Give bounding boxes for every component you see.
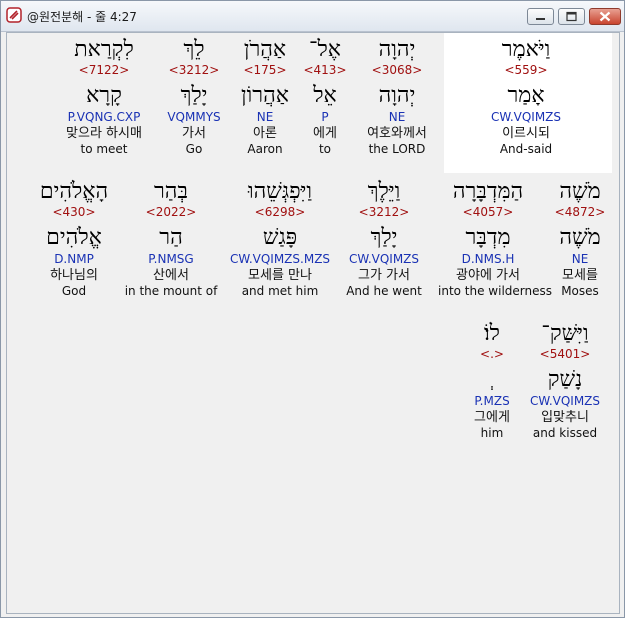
korean-gloss: 가서 — [182, 126, 206, 141]
interlinear-view[interactable]: וַיֹּאמֶר <559> אָמַר CW.VQIMZS 이르시되 And… — [6, 32, 620, 614]
english-gloss: him — [480, 426, 504, 440]
word-block[interactable]: הָאֱלֹהִים <430> אֱלֹהִים D.NMP 하나님의 God — [24, 179, 124, 298]
parse-code: P.VQNG.CXP — [67, 110, 141, 124]
maximize-button[interactable] — [558, 8, 585, 25]
korean-gloss: 모세를 만나 — [248, 268, 312, 283]
hebrew-word: וַיֹּאמֶר — [501, 37, 551, 62]
strong-number: <4872> — [554, 205, 606, 219]
korean-gloss: 맞으라 하시매 — [66, 126, 142, 141]
hebrew-root: יָלַךְ — [370, 225, 398, 250]
hebrew-root: הַר — [159, 225, 183, 250]
parse-code: NE — [571, 252, 589, 266]
english-gloss: And he went — [346, 284, 422, 298]
strong-number: <6298> — [254, 205, 306, 219]
english-gloss: And-said — [499, 142, 553, 156]
word-block[interactable]: מֹשֶׁה <4872> מֹשֶׁה NE 모세를 Moses — [530, 179, 625, 298]
strong-number: <3212> — [168, 63, 220, 77]
parse-code: P.MZS — [474, 394, 510, 408]
word-block[interactable]: לוֹ׃ <.> ְ P.MZS 그에게 him — [442, 321, 542, 440]
hebrew-root: מִדְבָּר — [465, 225, 511, 250]
parse-code: VQMMYS — [167, 110, 221, 124]
strong-number: <.> — [480, 347, 504, 361]
close-button[interactable] — [589, 8, 621, 25]
window-title: @원전분해 - 줄 4:27 — [27, 10, 137, 24]
strong-number: <2022> — [145, 205, 197, 219]
word-block[interactable]: וַיֹּאמֶר <559> אָמַר CW.VQIMZS 이르시되 And… — [476, 37, 576, 156]
hebrew-root: מֹשֶׁה — [559, 225, 601, 250]
hebrew-root: פָּגַשׁ — [262, 225, 298, 250]
word-block[interactable]: וַיֵּלֶךְ <3212> יָלַךְ CW.VQIMZS 그가 가서 … — [334, 179, 434, 298]
hebrew-word: לֵךְ — [183, 37, 205, 62]
word-block[interactable]: וַיִּפְגְּשֵׁהוּ <6298> פָּגַשׁ CW.VQIMZ… — [225, 179, 335, 298]
korean-gloss: 그가 가서 — [358, 268, 410, 283]
hebrew-word: וַיִּפְגְּשֵׁהוּ — [247, 179, 313, 204]
strong-number: <3212> — [358, 205, 410, 219]
parse-code: D.NMP — [54, 252, 94, 266]
korean-gloss: 이르시되 — [502, 126, 550, 141]
english-gloss: in the mount of — [124, 284, 218, 298]
title-bar[interactable]: @원전분해 - 줄 4:27 — [1, 1, 624, 32]
english-gloss: and met him — [241, 284, 319, 298]
hebrew-root: ְ — [442, 367, 542, 393]
hebrew-root: יָלַךְ — [180, 83, 208, 108]
korean-gloss: 모세를 — [562, 268, 598, 283]
parse-code: CW.VQIMZS.MZS — [229, 252, 331, 266]
korean-gloss: 하나님의 — [50, 268, 98, 283]
hebrew-word: לִקְרַאת — [74, 37, 134, 62]
english-gloss: into the wilderness — [438, 284, 553, 298]
app-icon — [6, 7, 22, 23]
strong-number: <430> — [52, 205, 96, 219]
english-gloss: Go — [185, 142, 203, 156]
strong-number: <7122> — [78, 63, 130, 77]
parse-code: D.NMS.H — [461, 252, 515, 266]
hebrew-root: אֱלֹהִים — [46, 225, 102, 250]
hebrew-word: הַמִּדְבָּרָה — [452, 179, 524, 204]
korean-gloss: 광야에 가서 — [456, 268, 520, 283]
parse-code: P.NMSG — [148, 252, 194, 266]
minimize-button[interactable] — [527, 8, 554, 25]
hebrew-word: וַיֵּלֶךְ — [367, 179, 401, 204]
korean-gloss: 산에서 — [153, 268, 189, 283]
hebrew-root: קָרָא — [86, 83, 122, 108]
strong-number: <559> — [504, 63, 548, 77]
hebrew-word: בְּהַר — [153, 179, 189, 204]
parse-code: CW.VQIMZS — [490, 110, 562, 124]
hebrew-word: הָאֱלֹהִים — [39, 179, 109, 204]
hebrew-word: לוֹ׃ — [484, 321, 500, 346]
english-gloss: God — [61, 284, 87, 298]
english-gloss: to meet — [80, 142, 128, 156]
strong-number: <4057> — [462, 205, 514, 219]
word-block[interactable]: לִקְרַאת <7122> קָרָא P.VQNG.CXP 맞으라 하시매… — [54, 37, 154, 156]
word-block[interactable]: הַמִּדְבָּרָה <4057> מִדְבָּר D.NMS.H 광야… — [438, 179, 553, 298]
app-window: @원전분해 - 줄 4:27 וַיֹּאמֶר <559> אָמַר CW.… — [0, 0, 625, 618]
minimize-icon — [536, 18, 545, 20]
word-block[interactable]: בְּהַר <2022> הַר P.NMSG 산에서 in the moun… — [121, 179, 221, 298]
hebrew-root: אָמַר — [507, 83, 545, 108]
close-icon — [599, 11, 611, 22]
korean-gloss: 그에게 — [474, 410, 510, 425]
parse-code: CW.VQIMZS — [348, 252, 420, 266]
maximize-icon — [566, 11, 577, 22]
word-block[interactable]: לֵךְ <3212> יָלַךְ VQMMYS 가서 Go — [144, 37, 244, 156]
hebrew-word: מֹשֶׁה — [559, 179, 601, 204]
